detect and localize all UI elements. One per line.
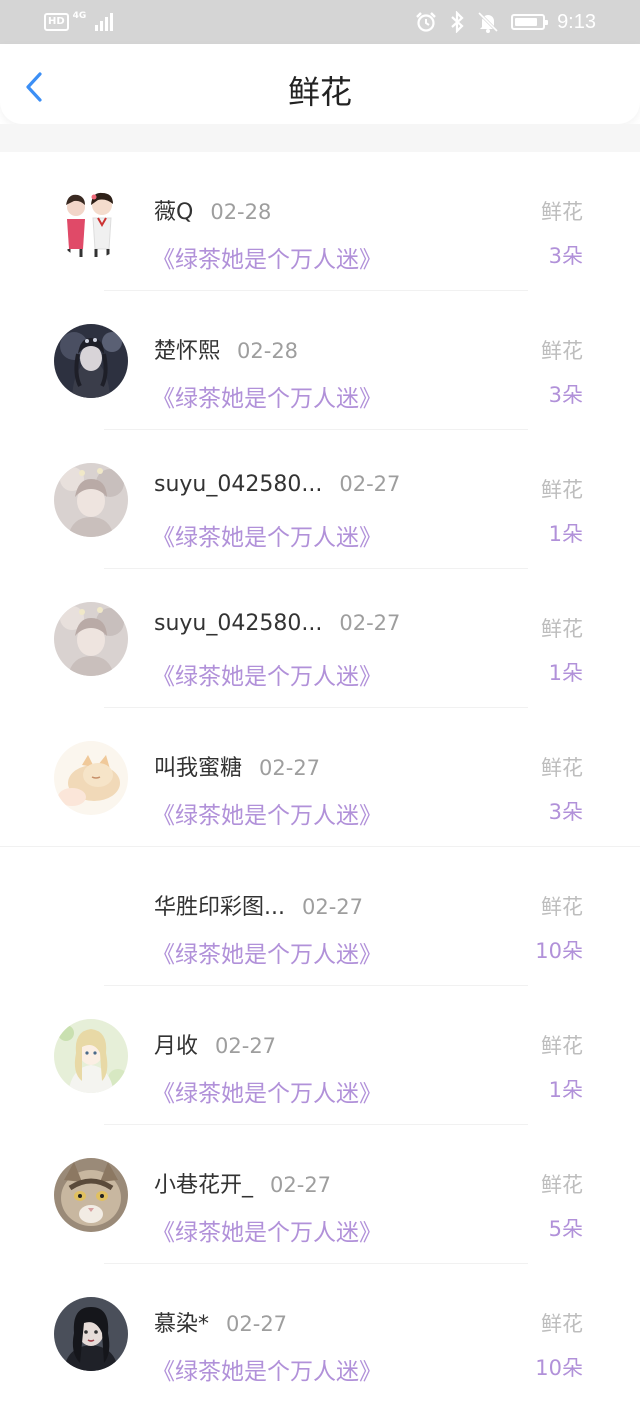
book-title[interactable]: 《绿茶她是个万人迷》 [152, 1213, 382, 1247]
user-name: 薇Q [154, 200, 194, 225]
flower-count: 3朵 [548, 383, 583, 407]
user-name: suyu_042580... [154, 472, 323, 497]
list-item[interactable]: 叫我蜜糖 02-27 《绿茶她是个万人迷》 鲜花 3朵 [0, 708, 640, 847]
gift-type-label: 鲜花 [541, 756, 583, 780]
bluetooth-icon [449, 11, 465, 33]
gift-type-label: 鲜花 [541, 1312, 583, 1336]
flower-count: 1朵 [548, 522, 583, 546]
book-title[interactable]: 《绿茶她是个万人迷》 [152, 379, 382, 413]
avatar[interactable] [54, 1158, 128, 1232]
book-title[interactable]: 《绿茶她是个万人迷》 [152, 1074, 382, 1108]
flower-count: 10朵 [535, 1356, 583, 1380]
date: 02-28 [210, 200, 272, 224]
flower-count: 3朵 [548, 800, 583, 824]
list-item[interactable]: 楚怀熙 02-28 《绿茶她是个万人迷》 鲜花 3朵 [0, 291, 640, 430]
user-name: 小巷花开_ [154, 1173, 254, 1198]
user-name: 慕染* [154, 1312, 210, 1337]
user-name: 华胜印彩图... [154, 895, 285, 920]
user-name: 楚怀熙 [154, 339, 221, 364]
date: 02-28 [237, 339, 299, 363]
list-item[interactable]: 华胜印彩图... 02-27 《绿茶她是个万人迷》 鲜花 10朵 [0, 847, 640, 986]
list-item[interactable]: 薇Q 02-28 《绿茶她是个万人迷》 鲜花 3朵 [0, 152, 640, 291]
user-name: 叫我蜜糖 [154, 756, 243, 781]
flower-count: 3朵 [548, 244, 583, 268]
book-title[interactable]: 《绿茶她是个万人迷》 [152, 657, 382, 691]
network-type: 4G [72, 11, 87, 21]
mute-bell-icon [477, 11, 499, 33]
nav-bar: 鲜花 [0, 44, 640, 124]
avatar[interactable] [54, 880, 128, 954]
avatar[interactable] [54, 1297, 128, 1371]
flower-count: 5朵 [548, 1217, 583, 1241]
date: 02-27 [226, 1312, 288, 1336]
date: 02-27 [339, 611, 401, 635]
list-item[interactable]: 月收 02-27 《绿茶她是个万人迷》 鲜花 1朵 [0, 986, 640, 1125]
header-separator [0, 124, 640, 152]
signal-icon: 4G [73, 11, 115, 33]
book-title[interactable]: 《绿茶她是个万人迷》 [152, 518, 382, 552]
gift-type-label: 鲜花 [541, 478, 583, 502]
gift-type-label: 鲜花 [541, 339, 583, 363]
book-title[interactable]: 《绿茶她是个万人迷》 [152, 240, 382, 274]
gift-type-label: 鲜花 [541, 1173, 583, 1197]
avatar[interactable] [54, 602, 128, 676]
gift-type-label: 鲜花 [541, 1034, 583, 1058]
flower-count: 1朵 [548, 1078, 583, 1102]
hd-badge: HD [44, 13, 69, 31]
status-bar: HD 4G 9:13 [0, 0, 640, 44]
battery-icon [511, 14, 549, 30]
flower-count: 1朵 [548, 661, 583, 685]
book-title[interactable]: 《绿茶她是个万人迷》 [152, 935, 382, 969]
date: 02-27 [301, 895, 364, 919]
flower-count: 10朵 [535, 939, 583, 963]
list-item[interactable]: 慕染* 02-27 《绿茶她是个万人迷》 鲜花 10朵 [0, 1264, 640, 1403]
date: 02-27 [215, 1034, 277, 1058]
gift-type-label: 鲜花 [541, 895, 583, 919]
list-item[interactable]: suyu_042580... 02-27 《绿茶她是个万人迷》 鲜花 1朵 [0, 430, 640, 569]
avatar[interactable] [54, 741, 128, 815]
flower-list: 薇Q 02-28 《绿茶她是个万人迷》 鲜花 3朵 楚怀熙 02-28 《绿茶她… [0, 152, 640, 1403]
book-title[interactable]: 《绿茶她是个万人迷》 [152, 796, 382, 830]
list-item[interactable]: 小巷花开_ 02-27 《绿茶她是个万人迷》 鲜花 5朵 [0, 1125, 640, 1264]
avatar[interactable] [54, 185, 128, 259]
avatar[interactable] [54, 1019, 128, 1093]
user-name: suyu_042580... [154, 611, 323, 636]
date: 02-27 [259, 756, 321, 780]
alarm-icon [415, 11, 437, 33]
date: 02-27 [339, 472, 401, 496]
status-left: HD 4G [44, 10, 115, 34]
status-right: 9:13 [415, 8, 596, 36]
book-title[interactable]: 《绿茶她是个万人迷》 [152, 1352, 382, 1386]
avatar[interactable] [54, 324, 128, 398]
gift-type-label: 鲜花 [541, 617, 583, 641]
page-title: 鲜花 [287, 73, 352, 111]
date: 02-27 [270, 1173, 332, 1197]
list-item[interactable]: suyu_042580... 02-27 《绿茶她是个万人迷》 鲜花 1朵 [0, 569, 640, 708]
user-name: 月收 [154, 1034, 199, 1059]
gift-type-label: 鲜花 [541, 200, 583, 224]
clock: 9:13 [557, 10, 596, 33]
avatar[interactable] [54, 463, 128, 537]
